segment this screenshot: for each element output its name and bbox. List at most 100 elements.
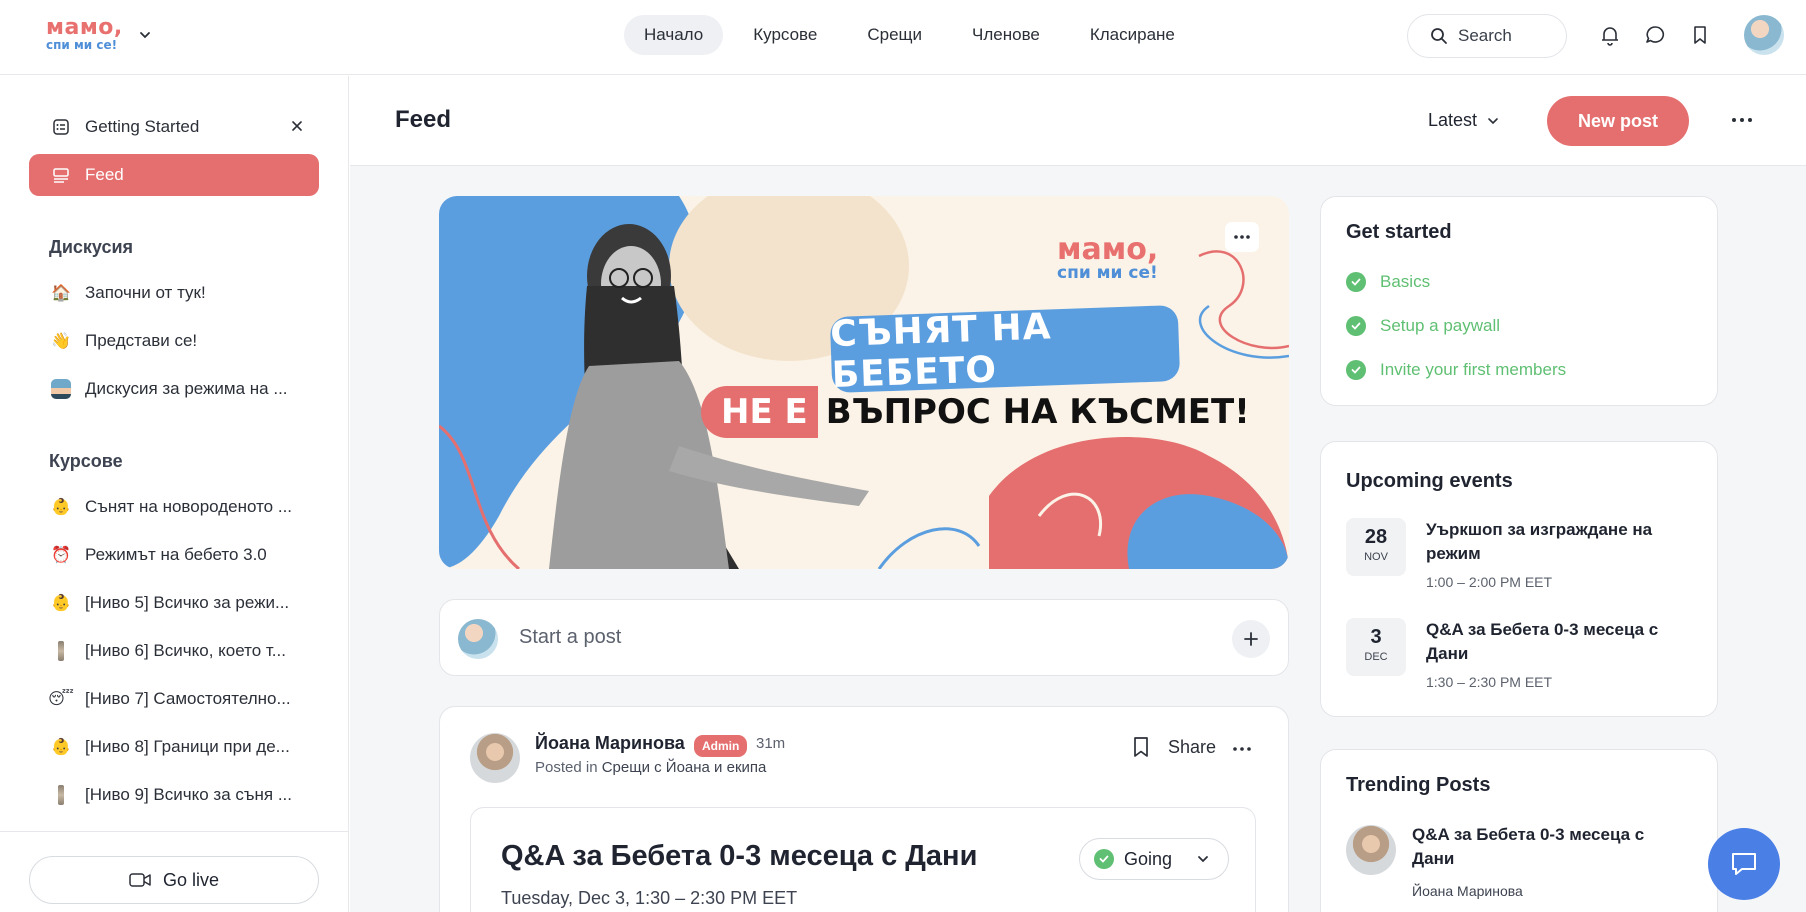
post-composer[interactable]: Start a post [439, 599, 1289, 676]
sidebar-item-label: Дискусия за режима на ... [85, 379, 288, 398]
nav-meetups[interactable]: Срещи [847, 15, 942, 55]
sidebar-item-label: [Ниво 6] Всичко, което т... [85, 641, 286, 660]
sidebar-item-label: Сънят на новороденото ... [85, 497, 293, 516]
author-name[interactable]: Йоана Маринова [535, 733, 685, 754]
message-icon [1732, 853, 1756, 875]
sidebar-item-course-4[interactable]: [Ниво 6] Всичко, което т... [29, 630, 319, 672]
admin-badge: Admin [694, 735, 748, 757]
go-live-label: Go live [162, 869, 220, 890]
section-heading-courses: Курсове [49, 451, 123, 471]
event-item[interactable]: 3 DEC Q&A за Бебета 0-3 месеца с Дани 1:… [1346, 618, 1696, 698]
new-post-button[interactable]: New post [1547, 96, 1689, 146]
banner-options-button[interactable] [1225, 222, 1259, 252]
check-circle-icon [1346, 272, 1366, 292]
get-started-card: Get started Basics Setup a paywall Invit… [1320, 196, 1718, 406]
baby-icon [51, 379, 71, 399]
top-navigation: мамо, спи ми се! Начало Курсове Срещи Чл… [0, 0, 1806, 75]
chevron-down-icon [1488, 117, 1498, 124]
chat-launcher-button[interactable] [1708, 828, 1780, 900]
logo-line2: спи ми се! [46, 38, 118, 52]
composer-placeholder: Start a post [519, 626, 622, 648]
sidebar-item-label: [Ниво 9] Всичко за съня ... [85, 785, 292, 804]
waving-hand-icon: 👋 [51, 333, 71, 350]
sidebar-footer: Go live [0, 831, 349, 912]
checklist-item-invite[interactable]: Invite your first members [1346, 360, 1566, 380]
event-card[interactable]: Q&A за Бебета 0-3 месеца с Дани Tuesday,… [470, 807, 1256, 912]
close-icon[interactable] [289, 118, 305, 134]
share-button[interactable]: Share [1168, 737, 1216, 758]
more-horizontal-icon[interactable] [1232, 741, 1252, 757]
alarm-clock-icon: ⏰ [51, 547, 71, 564]
feed-header: Feed Latest New post [350, 76, 1806, 166]
bell-icon[interactable] [1599, 24, 1621, 46]
feed-icon [51, 165, 71, 185]
sidebar-item-label: [Ниво 7] Самостоятелно... [85, 689, 291, 708]
sidebar-item-course-3[interactable]: 👶 [Ниво 5] Всичко за режи... [29, 582, 319, 624]
search-icon [1431, 28, 1447, 44]
go-live-button[interactable]: Go live [29, 856, 319, 904]
sidebar: Getting Started Feed Дискусия 🏠 Започни … [0, 76, 349, 912]
page-title: Feed [395, 106, 452, 133]
search-label: Search [1458, 26, 1512, 45]
sidebar-item-course-1[interactable]: 👶 Сънят на новороденото ... [29, 486, 319, 528]
sidebar-item-label: Режимът на бебето 3.0 [85, 545, 267, 564]
user-avatar[interactable] [1744, 15, 1784, 55]
trending-posts-card: Trending Posts Q&A за Бебета 0-3 месеца … [1320, 749, 1718, 912]
chevron-down-icon[interactable] [138, 28, 152, 42]
chat-bubble-icon[interactable] [1644, 24, 1666, 46]
banner-headline-2-rest: ВЪПРОС НА КЪСМЕТ! [825, 392, 1250, 432]
add-attachment-button[interactable] [1232, 620, 1270, 658]
community-logo[interactable]: мамо, спи ми се! [46, 15, 123, 53]
banner-logo-line2: спи ми се! [1057, 263, 1158, 283]
author-avatar[interactable] [470, 733, 520, 783]
posted-in-space[interactable]: Срещи с Йоана и екипа [602, 759, 767, 776]
banner-headline-1: СЪНЯТ НА БЕБЕТО [830, 304, 1181, 396]
sidebar-item-course-5[interactable]: 😴 [Ниво 7] Самостоятелно... [29, 678, 319, 720]
event-title: Q&A за Бебета 0-3 месеца с Дани [1426, 620, 1659, 663]
sidebar-item-start-here[interactable]: 🏠 Започни от тук! [29, 272, 319, 314]
card-title: Trending Posts [1346, 774, 1491, 796]
sidebar-item-label: [Ниво 5] Всичко за режи... [85, 593, 290, 612]
event-day: 28 [1364, 526, 1388, 548]
trending-post-title[interactable]: Q&A за Бебета 0-3 месеца с Дани [1412, 823, 1682, 871]
event-title: Q&A за Бебета 0-3 месеца с Дани [501, 840, 978, 872]
checklist-item-basics[interactable]: Basics [1346, 272, 1430, 292]
rsvp-dropdown[interactable]: Going [1079, 838, 1229, 880]
bookmark-icon[interactable] [1689, 24, 1711, 46]
sidebar-item-course-2[interactable]: ⏰ Режимът на бебето 3.0 [29, 534, 319, 576]
posted-in: Posted in Срещи с Йоана и екипа [535, 759, 766, 776]
nav-courses[interactable]: Курсове [733, 15, 837, 55]
sidebar-item-getting-started[interactable]: Getting Started [29, 106, 319, 148]
baby-face-icon: 👶 [51, 595, 71, 612]
feed-post: Йоана Маринова Admin 31m Posted in Срещи… [439, 706, 1289, 912]
sidebar-item-label: Започни от тук! [85, 283, 206, 302]
checklist-icon [51, 117, 71, 137]
checklist-item-label: Setup a paywall [1380, 316, 1501, 335]
event-time: 1:30 – 2:30 PM EET [1426, 674, 1553, 690]
author-avatar [1346, 825, 1396, 875]
sidebar-item-feed[interactable]: Feed [29, 154, 319, 196]
nav-home[interactable]: Начало [624, 15, 724, 55]
sidebar-item-course-7[interactable]: [Ниво 9] Всичко за съня ... [29, 774, 319, 816]
avatar [458, 619, 498, 659]
logo-line1: мамо, [46, 15, 123, 40]
chevron-down-icon [1198, 856, 1208, 863]
checklist-item-paywall[interactable]: Setup a paywall [1346, 316, 1500, 336]
banner-logo-line1: мамо, [1057, 232, 1159, 267]
sort-dropdown[interactable]: Latest [1428, 110, 1499, 131]
bar-icon [51, 785, 71, 805]
video-camera-icon [129, 873, 151, 887]
sidebar-item-course-6[interactable]: 👶 [Ниво 8] Граници при де... [29, 726, 319, 768]
more-horizontal-icon[interactable] [1730, 110, 1754, 130]
nav-members[interactable]: Членове [952, 15, 1060, 55]
sidebar-item-introduce[interactable]: 👋 Представи се! [29, 320, 319, 362]
event-month: NOV [1364, 551, 1388, 563]
sidebar-item-routine-discussion[interactable]: Дискусия за режима на ... [29, 368, 319, 410]
sidebar-item-label: Feed [85, 165, 124, 184]
event-item[interactable]: 28 NOV Уъркшоп за изграждане на режим 1:… [1346, 518, 1696, 598]
bookmark-icon[interactable] [1130, 735, 1152, 759]
search-button[interactable]: Search [1407, 14, 1567, 58]
nav-leaderboard[interactable]: Класиране [1070, 15, 1195, 55]
rsvp-label: Going [1124, 848, 1173, 869]
event-time: 1:00 – 2:00 PM EET [1426, 574, 1553, 590]
